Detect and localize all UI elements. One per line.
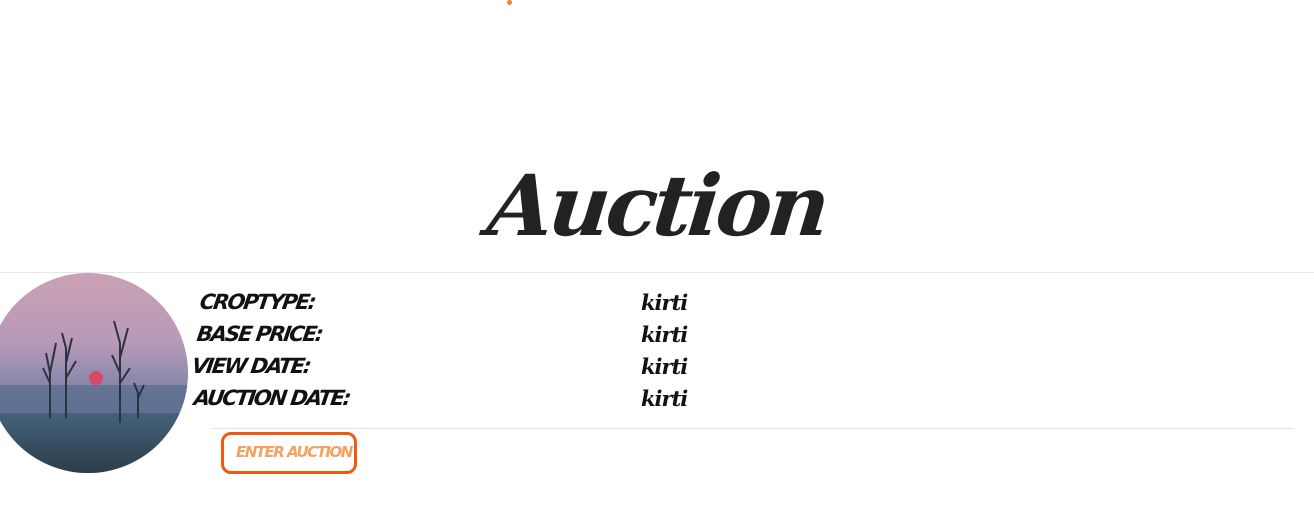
- base-price-label: BASE PRICE:: [195, 322, 324, 346]
- auction-date-label: AUCTION DATE:: [192, 386, 352, 410]
- croptype-value: kirti: [641, 290, 688, 315]
- header-divider: [0, 272, 1314, 273]
- page-title: Auction: [483, 156, 831, 256]
- detail-row-auction-date: AUCTION DATE: kirti: [192, 386, 792, 418]
- listing-details: CROPTYPE: kirti BASE PRICE: kirti VIEW D…: [190, 290, 792, 418]
- enter-auction-button[interactable]: ENTER AUCTION: [221, 432, 357, 474]
- crop-image: [0, 273, 188, 473]
- base-price-value: kirti: [641, 322, 688, 347]
- detail-row-croptype: CROPTYPE: kirti: [192, 290, 792, 322]
- view-date-label: VIEW DATE:: [190, 354, 312, 378]
- top-indicator-dot: [507, 0, 512, 5]
- detail-row-view-date: VIEW DATE: kirti: [190, 354, 792, 386]
- sunset-landscape-icon: [0, 273, 188, 473]
- details-divider: [212, 428, 1294, 429]
- auction-date-value: kirti: [641, 386, 688, 411]
- enter-auction-label: ENTER AUCTION: [236, 443, 353, 461]
- croptype-label: CROPTYPE:: [198, 290, 317, 314]
- detail-row-base-price: BASE PRICE: kirti: [192, 322, 792, 354]
- auction-page: Auction CROPTYPE: kirti BASE PRICE: kirt…: [0, 0, 1314, 506]
- view-date-value: kirti: [641, 354, 688, 379]
